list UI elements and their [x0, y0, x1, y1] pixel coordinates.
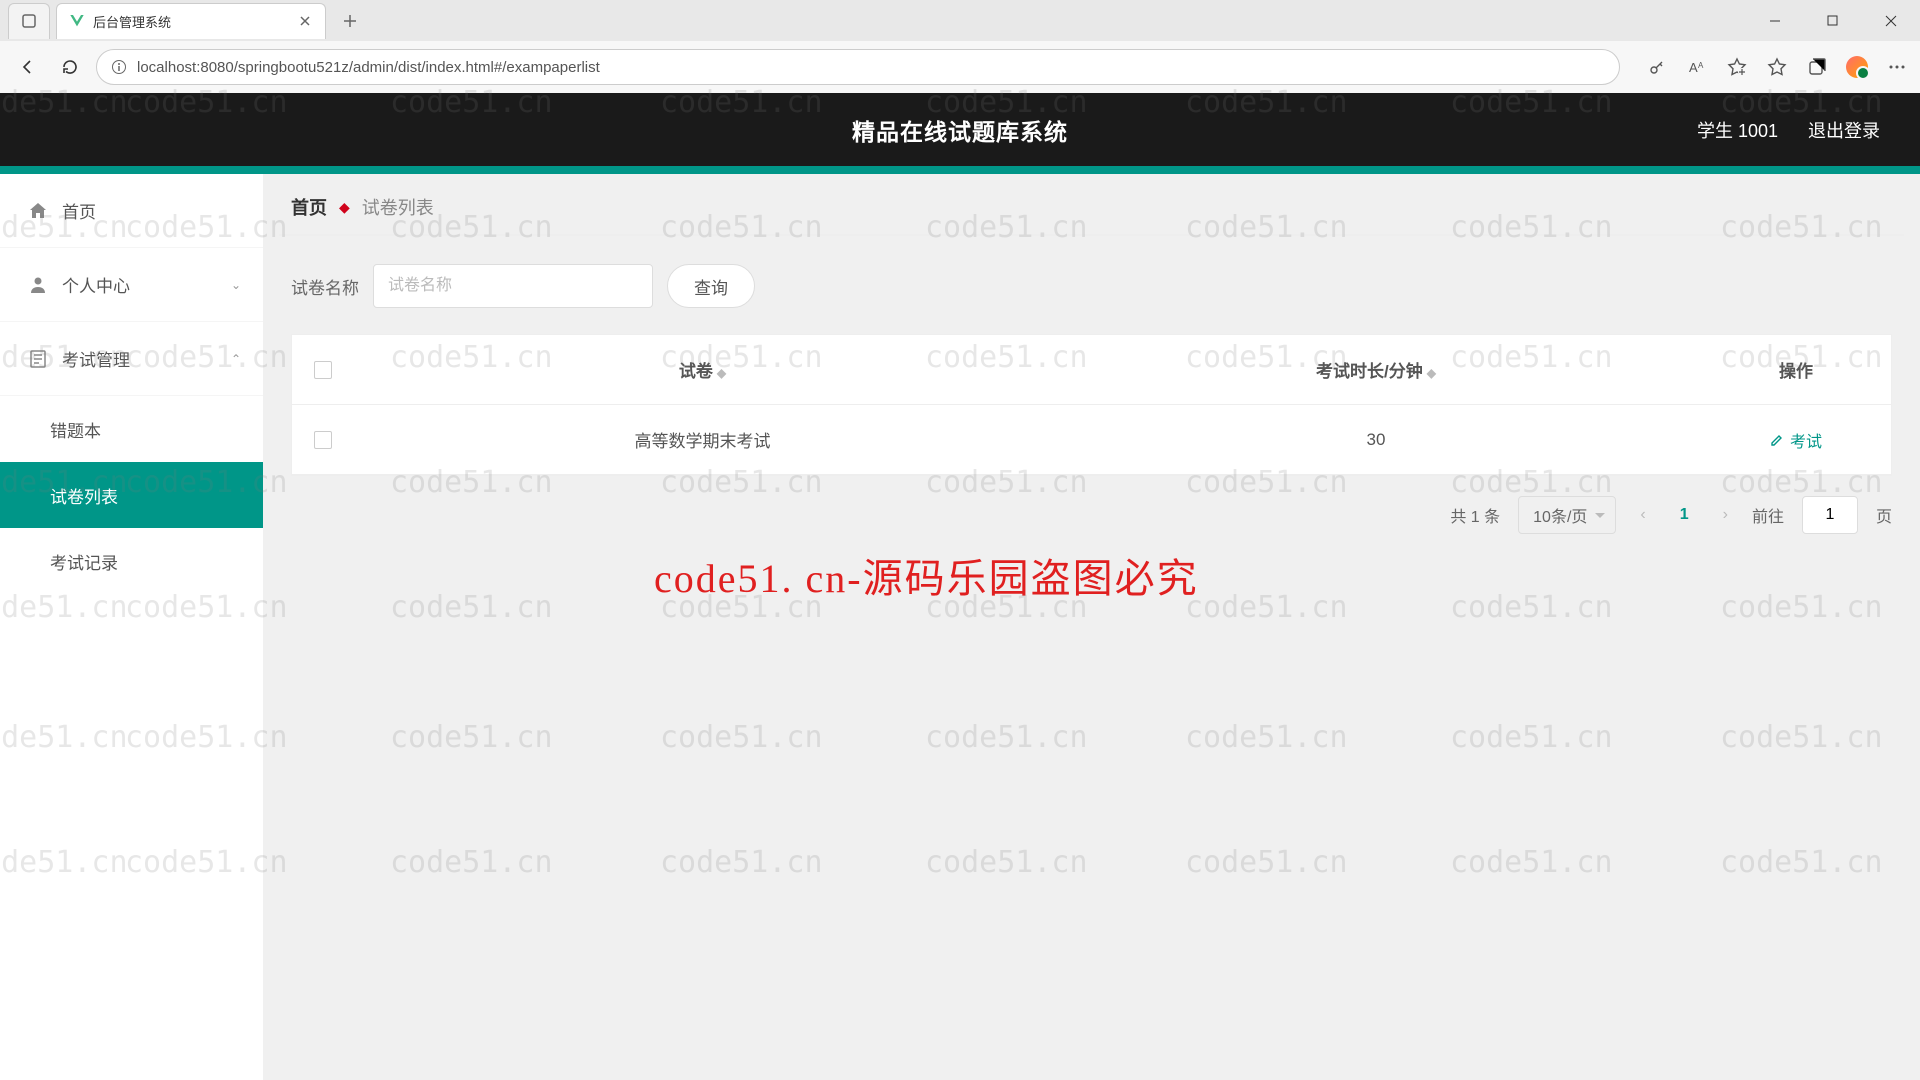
- maximize-button[interactable]: [1804, 0, 1862, 41]
- address-bar-icons: AA: [1646, 56, 1908, 78]
- sidebar-sub-record[interactable]: 考试记录: [0, 528, 263, 594]
- sidebar-sub-label: 考试记录: [50, 549, 118, 574]
- goto-input[interactable]: [1802, 496, 1858, 534]
- edit-icon: [1770, 433, 1784, 447]
- search-button[interactable]: 查询: [667, 264, 755, 308]
- exam-icon: [28, 349, 48, 369]
- chevron-up-icon: ⌃: [231, 352, 241, 366]
- minimize-button[interactable]: [1746, 0, 1804, 41]
- breadcrumb-home[interactable]: 首页: [291, 194, 327, 220]
- prev-page-button[interactable]: ‹: [1634, 506, 1651, 524]
- home-icon: [28, 201, 48, 221]
- svg-text:A: A: [1698, 61, 1704, 70]
- search-row: 试卷名称 查询: [279, 264, 1904, 308]
- goto-unit: 页: [1876, 503, 1892, 527]
- take-exam-link[interactable]: 考试: [1770, 428, 1822, 452]
- exam-table: 试卷◆ 考试时长/分钟◆ 操作 高等数学期末考试 30 考试: [291, 334, 1892, 476]
- search-label: 试卷名称: [291, 274, 359, 299]
- info-icon: [111, 59, 127, 75]
- logout-link[interactable]: 退出登录: [1808, 117, 1880, 143]
- close-icon: [1885, 15, 1897, 27]
- search-input[interactable]: [373, 264, 653, 308]
- sidebar-item-exam[interactable]: 考试管理 ⌃: [0, 322, 263, 396]
- svg-text:A: A: [1689, 60, 1698, 75]
- star-add-icon[interactable]: [1726, 56, 1748, 78]
- page-size-select[interactable]: 10条/页: [1518, 496, 1616, 534]
- window-controls: [1746, 0, 1920, 41]
- current-page[interactable]: 1: [1670, 506, 1699, 524]
- app-banner: 精品在线试题库系统 学生 1001 退出登录: [0, 93, 1920, 166]
- chevron-down-icon: ⌄: [231, 278, 241, 292]
- url-box[interactable]: localhost:8080/springbootu521z/admin/dis…: [96, 49, 1620, 85]
- sidebar-sub-label: 试卷列表: [50, 483, 118, 508]
- browser-tab[interactable]: 后台管理系统: [56, 3, 326, 39]
- sidebar: 首页 个人中心 ⌄ 考试管理 ⌃ 错题本 试卷列表 考试记录: [0, 174, 263, 1080]
- minimize-icon: [1769, 15, 1781, 27]
- sort-icon: ◆: [1427, 366, 1436, 380]
- row-checkbox-cell: [292, 431, 354, 449]
- close-window-button[interactable]: [1862, 0, 1920, 41]
- breadcrumb: 首页 ◆ 试卷列表: [279, 180, 1904, 236]
- cell-name: 高等数学期末考试: [354, 427, 1051, 452]
- app: 精品在线试题库系统 学生 1001 退出登录 首页 个人中心 ⌄ 考试管理 ⌃ …: [0, 93, 1920, 1080]
- main-panel: 首页 ◆ 试卷列表 试卷名称 查询 试卷◆ 考试时长/分钟◆ 操作 高等数学期末: [263, 174, 1920, 1080]
- cell-duration: 30: [1051, 430, 1701, 450]
- refresh-icon: [61, 58, 79, 76]
- tab-bar: 后台管理系统: [0, 0, 1920, 41]
- close-icon[interactable]: [297, 13, 313, 29]
- next-page-button[interactable]: ›: [1717, 506, 1734, 524]
- sidebar-item-profile[interactable]: 个人中心 ⌄: [0, 248, 263, 322]
- key-icon[interactable]: [1646, 56, 1668, 78]
- app-title: 精品在线试题库系统: [852, 113, 1068, 147]
- browser-chrome: 后台管理系统 localhost:8080/springbootu521z/ad…: [0, 0, 1920, 93]
- maximize-icon: [1827, 15, 1839, 27]
- sort-icon: ◆: [717, 366, 726, 380]
- col-header-op: 操作: [1701, 357, 1891, 382]
- app-body: 首页 个人中心 ⌄ 考试管理 ⌃ 错题本 试卷列表 考试记录 首页 ◆ 试卷列表: [0, 174, 1920, 1080]
- favorites-icon[interactable]: [1766, 56, 1788, 78]
- tab-overview-button[interactable]: [8, 3, 50, 39]
- vue-favicon: [69, 13, 85, 29]
- plus-icon: [342, 13, 358, 29]
- goto-label: 前往: [1752, 503, 1784, 527]
- breadcrumb-current: 试卷列表: [362, 194, 434, 220]
- tab-overview-icon: [21, 13, 37, 29]
- sidebar-item-home[interactable]: 首页: [0, 174, 263, 248]
- col-header-name[interactable]: 试卷◆: [354, 357, 1051, 382]
- sidebar-sub-wrongbook[interactable]: 错题本: [0, 396, 263, 462]
- sidebar-sub-label: 错题本: [50, 417, 101, 442]
- sidebar-label-home: 首页: [62, 198, 96, 223]
- checkbox-all[interactable]: [314, 361, 332, 379]
- col-header-duration[interactable]: 考试时长/分钟◆: [1051, 357, 1701, 382]
- table-row: 高等数学期末考试 30 考试: [292, 405, 1891, 475]
- sidebar-label-profile: 个人中心: [62, 272, 130, 297]
- pagination-total: 共 1 条: [1450, 503, 1500, 527]
- back-button[interactable]: [12, 51, 44, 83]
- op-label: 考试: [1790, 428, 1822, 452]
- tab-title: 后台管理系统: [93, 12, 297, 31]
- cell-op: 考试: [1701, 428, 1891, 452]
- more-icon[interactable]: [1886, 56, 1908, 78]
- breadcrumb-separator-icon: ◆: [339, 199, 350, 216]
- col-checkbox: [292, 361, 354, 379]
- text-size-icon[interactable]: AA: [1686, 56, 1708, 78]
- current-user: 学生 1001: [1697, 117, 1778, 143]
- row-checkbox[interactable]: [314, 431, 332, 449]
- accent-strip: [0, 166, 1920, 174]
- refresh-button[interactable]: [54, 51, 86, 83]
- pagination: 共 1 条 10条/页 ‹ 1 › 前往 页: [279, 496, 1892, 534]
- collections-icon[interactable]: [1806, 56, 1828, 78]
- arrow-left-icon: [19, 58, 37, 76]
- profile-avatar[interactable]: [1846, 56, 1868, 78]
- table-header: 试卷◆ 考试时长/分钟◆ 操作: [292, 335, 1891, 405]
- sidebar-sub-paperlist[interactable]: 试卷列表: [0, 462, 263, 528]
- new-tab-button[interactable]: [336, 7, 364, 35]
- address-bar: localhost:8080/springbootu521z/admin/dis…: [0, 41, 1920, 93]
- user-icon: [28, 275, 48, 295]
- banner-right: 学生 1001 退出登录: [1697, 117, 1880, 143]
- url-text: localhost:8080/springbootu521z/admin/dis…: [137, 59, 600, 76]
- sidebar-label-exam: 考试管理: [62, 346, 130, 371]
